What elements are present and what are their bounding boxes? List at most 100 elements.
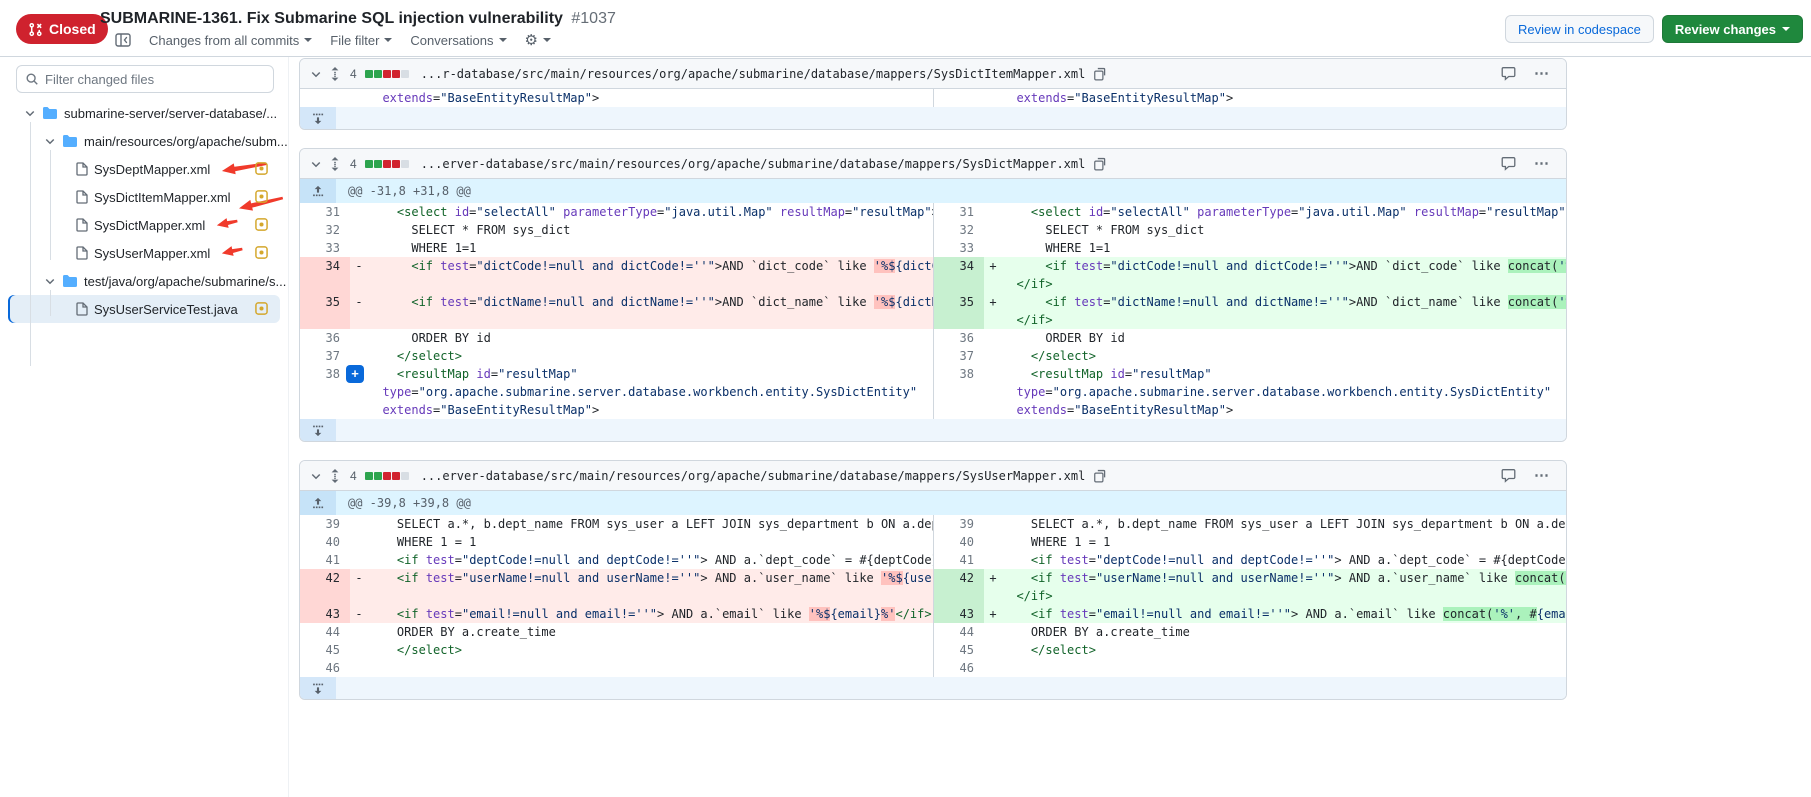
line-number[interactable]: 46 xyxy=(300,659,350,677)
line-number[interactable]: 41 xyxy=(300,551,350,569)
line-number[interactable]: 40 xyxy=(300,533,350,551)
line-number[interactable]: 33 xyxy=(934,239,984,257)
pr-closed-icon xyxy=(28,22,43,37)
chevron-down-icon[interactable] xyxy=(24,107,36,119)
line-number[interactable] xyxy=(934,89,984,107)
collapse-file-chevron-icon[interactable] xyxy=(310,158,322,170)
line-number[interactable]: 40 xyxy=(934,533,984,551)
line-number[interactable]: 45 xyxy=(934,641,984,659)
line-number[interactable]: 31 xyxy=(934,203,984,221)
copy-path-icon[interactable] xyxy=(1093,157,1107,171)
line-number[interactable]: 39 xyxy=(300,515,350,533)
line-number[interactable] xyxy=(300,89,350,107)
line-number[interactable]: 43 xyxy=(934,605,984,623)
more-options-kebab-icon[interactable]: ⋯ xyxy=(1534,468,1550,483)
tree-folder-test-java-org-apache-submarine-s[interactable]: test/java/org/apache/submarine/s... xyxy=(8,267,280,295)
collapse-file-chevron-icon[interactable] xyxy=(310,68,322,80)
line-number[interactable]: 42 xyxy=(300,569,350,605)
line-number[interactable]: 31 xyxy=(300,203,350,221)
tree-file-sysuserservicetest-java[interactable]: SysUserServiceTest.java xyxy=(8,295,280,323)
line-number[interactable]: 32 xyxy=(300,221,350,239)
tree-file-sysdictitemmapper-xml[interactable]: SysDictItemMapper.xml xyxy=(8,183,280,211)
expand-up-button[interactable] xyxy=(300,179,336,203)
file-path[interactable]: ...erver-database/src/main/resources/org… xyxy=(421,157,1086,171)
diff-sign xyxy=(984,89,1002,107)
chevron-down-icon[interactable] xyxy=(44,135,56,147)
comment-icon[interactable] xyxy=(1501,66,1516,81)
tree-file-sysusermapper-xml[interactable]: SysUserMapper.xml xyxy=(8,239,280,267)
tree-file-sysdeptmapper-xml[interactable]: SysDeptMapper.xml xyxy=(8,155,280,183)
comment-icon[interactable] xyxy=(1501,156,1516,171)
diff-sign xyxy=(984,347,1002,365)
line-number[interactable]: 45 xyxy=(300,641,350,659)
expand-down-button[interactable] xyxy=(300,677,336,699)
chevron-down-icon[interactable] xyxy=(44,275,56,287)
line-number[interactable]: 42 xyxy=(934,569,984,605)
conversations-dropdown[interactable]: Conversations xyxy=(410,33,506,48)
diff-sign xyxy=(350,551,368,569)
drag-handle-icon[interactable] xyxy=(330,469,340,483)
line-number[interactable]: 46 xyxy=(934,659,984,677)
tree-item-label: SysUserMapper.xml xyxy=(94,246,210,261)
file-path[interactable]: ...r-database/src/main/resources/org/apa… xyxy=(421,67,1086,81)
collapse-file-chevron-icon[interactable] xyxy=(310,470,322,482)
diff-left-cell: 33 WHERE 1=1 xyxy=(300,239,933,257)
filter-changed-files-input[interactable] xyxy=(45,72,265,87)
line-number[interactable]: 44 xyxy=(300,623,350,641)
file-path[interactable]: ...erver-database/src/main/resources/org… xyxy=(421,469,1086,483)
file-tree-toggle-icon[interactable] xyxy=(115,33,131,47)
diff-sign xyxy=(984,641,1002,659)
expand-up-button[interactable] xyxy=(300,491,336,515)
review-in-codespace-button[interactable]: Review in codespace xyxy=(1505,15,1654,43)
line-number[interactable]: 44 xyxy=(934,623,984,641)
diff-row: 34- <if test="dictCode!=null and dictCod… xyxy=(300,257,1566,293)
diff-settings-gear-button[interactable]: ⚙ xyxy=(525,31,551,49)
line-number[interactable]: 36 xyxy=(300,329,350,347)
diffstat-square xyxy=(365,70,373,78)
tree-file-sysdictmapper-xml[interactable]: SysDictMapper.xml xyxy=(8,211,280,239)
line-number[interactable]: 37 xyxy=(934,347,984,365)
diff-sign xyxy=(350,221,368,239)
file-icon xyxy=(76,218,88,232)
copy-path-icon[interactable] xyxy=(1093,67,1107,81)
more-options-kebab-icon[interactable]: ⋯ xyxy=(1534,66,1550,81)
line-number[interactable]: 33 xyxy=(300,239,350,257)
file-icon xyxy=(76,190,88,204)
diff-right-cell: extends="BaseEntityResultMap"> xyxy=(933,89,1566,107)
diff-sign xyxy=(350,89,368,107)
code-line: ORDER BY id xyxy=(1002,329,1566,347)
review-changes-button[interactable]: Review changes xyxy=(1662,15,1803,43)
diff-row: 32 SELECT * FROM sys_dict32 SELECT * FRO… xyxy=(300,221,1566,239)
changes-from-dropdown[interactable]: Changes from all commits xyxy=(149,33,312,48)
line-number[interactable]: 36 xyxy=(934,329,984,347)
line-number[interactable]: 38 xyxy=(300,365,350,419)
line-number[interactable]: 37 xyxy=(300,347,350,365)
more-options-kebab-icon[interactable]: ⋯ xyxy=(1534,156,1550,171)
comment-icon[interactable] xyxy=(1501,468,1516,483)
drag-handle-icon[interactable] xyxy=(330,67,340,81)
line-number[interactable]: 35 xyxy=(300,293,350,329)
line-number[interactable]: 35 xyxy=(934,293,984,329)
tree-folder-submarine-server-server-database[interactable]: submarine-server/server-database/... xyxy=(8,99,280,127)
line-number[interactable]: 39 xyxy=(934,515,984,533)
file-filter-dropdown[interactable]: File filter xyxy=(330,33,392,48)
add-line-comment-button[interactable]: + xyxy=(346,365,364,383)
copy-path-icon[interactable] xyxy=(1093,469,1107,483)
gear-icon: ⚙ xyxy=(525,31,538,49)
line-number[interactable]: 41 xyxy=(934,551,984,569)
code-line: </select> xyxy=(368,641,933,659)
line-number[interactable]: 34 xyxy=(300,257,350,293)
line-number[interactable]: 32 xyxy=(934,221,984,239)
line-number[interactable]: 43 xyxy=(300,605,350,623)
expand-down-button[interactable] xyxy=(300,419,336,441)
expand-down-button[interactable] xyxy=(300,107,336,129)
code-cell: extends="BaseEntityResultMap"> xyxy=(1002,89,1566,107)
drag-handle-icon[interactable] xyxy=(330,157,340,171)
diff-left-cell: 34- <if test="dictCode!=null and dictCod… xyxy=(300,257,933,293)
line-number[interactable]: 38 xyxy=(934,365,984,419)
code-cell: SELECT a.*, b.dept_name FROM sys_user a … xyxy=(1002,515,1566,533)
code-line: <if test="userName!=null and userName!='… xyxy=(1002,569,1566,587)
tree-folder-main-resources-org-apache-subm[interactable]: main/resources/org/apache/subm... xyxy=(8,127,280,155)
file-modified-status-icon xyxy=(255,302,268,320)
line-number[interactable]: 34 xyxy=(934,257,984,293)
